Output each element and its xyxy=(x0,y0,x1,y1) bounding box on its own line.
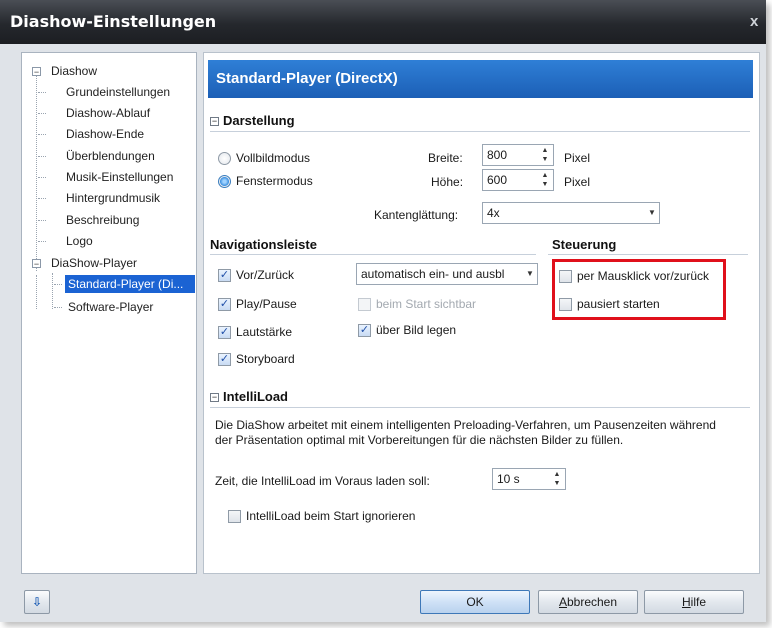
section-title: Darstellung xyxy=(223,113,295,128)
tree-connector xyxy=(38,220,46,221)
tree-item-musik-einstellungen[interactable]: Musik-Einstellungen xyxy=(63,168,176,186)
window-title: Diashow-Einstellungen xyxy=(10,12,217,31)
tree-item-standard-player[interactable]: Standard-Player (Di... xyxy=(65,275,195,293)
collapse-icon[interactable]: − xyxy=(210,393,219,402)
zeit-spinner[interactable]: 10 s ▲ ▼ xyxy=(492,468,566,490)
chevron-down-icon[interactable]: ▼ xyxy=(523,264,537,284)
tree-connector xyxy=(52,273,53,309)
ueber-bild-checkbox[interactable]: ✓ xyxy=(358,324,371,337)
tree-item-software-player[interactable]: Software-Player xyxy=(65,298,156,316)
panel-header: Standard-Player (DirectX) xyxy=(208,60,753,98)
tree-item-beschreibung[interactable]: Beschreibung xyxy=(63,211,142,229)
storyboard-checkbox[interactable]: ✓ xyxy=(218,353,231,366)
dialog-window: Diashow-Einstellungen x − Diashow Grunde… xyxy=(0,0,766,622)
arrow-down-icon: ⇩ xyxy=(31,595,43,609)
start-sichtbar-checkbox[interactable] xyxy=(358,298,371,311)
tree-item-diashow-ende[interactable]: Diashow-Ende xyxy=(63,125,147,143)
tree-connector xyxy=(38,241,46,242)
kanten-select[interactable]: 4x ▼ xyxy=(482,202,660,224)
intelliload-description-1: Die DiaShow arbeitet mit einem intellige… xyxy=(215,418,716,432)
section-intelliload[interactable]: − IntelliLoad xyxy=(210,389,288,404)
ueber-bild-label: über Bild legen xyxy=(376,323,457,337)
tree-connector xyxy=(54,284,62,285)
close-button[interactable]: x xyxy=(750,14,764,30)
abbrechen-button[interactable]: Abbrechen xyxy=(538,590,638,614)
vor-zurueck-label: Vor/Zurück xyxy=(236,268,295,282)
abbrechen-rest: bbrechen xyxy=(566,595,618,609)
tree-connector xyxy=(36,275,37,309)
hilfe-mnemonic: H xyxy=(681,595,691,609)
tree-connector xyxy=(38,113,46,114)
section-divider xyxy=(548,254,748,255)
zeit-label: Zeit, die IntelliLoad im Voraus laden so… xyxy=(215,474,430,488)
vollbild-label: Vollbildmodus xyxy=(236,151,311,165)
tree-item-hintergrundmusik[interactable]: Hintergrundmusik xyxy=(63,189,163,207)
hoehe-spinner[interactable]: 600 ▲ ▼ xyxy=(482,169,554,191)
breite-label: Breite: xyxy=(428,151,463,165)
highlight-frame xyxy=(552,259,726,320)
vor-zurueck-checkbox[interactable]: ✓ xyxy=(218,269,231,282)
section-darstellung[interactable]: − Darstellung xyxy=(210,113,295,128)
intelliload-description-2: der Präsentation optimal mit Vorbereitun… xyxy=(215,433,624,447)
tree-item-diashow-player[interactable]: DiaShow-Player xyxy=(48,254,140,272)
title-bar[interactable]: Diashow-Einstellungen x xyxy=(0,0,766,44)
play-pause-label: Play/Pause xyxy=(236,297,297,311)
tree-connector xyxy=(38,92,46,93)
hoehe-unit: Pixel xyxy=(564,175,591,189)
tree-item-grundeinstellungen[interactable]: Grundeinstellungen xyxy=(63,83,173,101)
settings-tree[interactable]: − Diashow Grundeinstellungen Diashow-Abl… xyxy=(21,52,197,574)
hoehe-label: Höhe: xyxy=(431,175,464,189)
zeit-value: 10 s xyxy=(497,472,520,486)
hoehe-value: 600 xyxy=(487,173,508,187)
tree-connector xyxy=(38,156,46,157)
vollbild-radio[interactable] xyxy=(218,152,231,165)
abbrechen-mnemonic: A xyxy=(558,595,567,609)
tree-collapse-icon[interactable]: − xyxy=(32,259,41,269)
spinner-arrows-icon[interactable]: ▲ ▼ xyxy=(540,171,550,189)
tree-item-logo[interactable]: Logo xyxy=(63,232,96,250)
vor-zurueck-mode-value: automatisch ein- und ausbl xyxy=(361,267,505,281)
tree-item-diashow[interactable]: Diashow xyxy=(48,62,100,80)
tree-connector xyxy=(38,134,46,135)
play-pause-checkbox[interactable]: ✓ xyxy=(218,298,231,311)
fenster-label: Fenstermodus xyxy=(236,174,313,188)
section-title: IntelliLoad xyxy=(223,389,288,404)
storyboard-label: Storyboard xyxy=(236,352,295,366)
start-sichtbar-label: beim Start sichtbar xyxy=(376,297,477,311)
ok-button[interactable]: OK xyxy=(420,590,530,614)
hilfe-button[interactable]: Hilfe xyxy=(644,590,744,614)
tree-item-diashow-ablauf[interactable]: Diashow-Ablauf xyxy=(63,104,153,122)
breite-spinner[interactable]: 800 ▲ ▼ xyxy=(482,144,554,166)
breite-value: 800 xyxy=(487,148,508,162)
section-divider xyxy=(210,131,750,132)
tree-connector xyxy=(38,198,46,199)
tree-connector xyxy=(36,71,37,271)
breite-unit: Pixel xyxy=(564,151,591,165)
intelliload-ignore-checkbox[interactable] xyxy=(228,510,241,523)
lautstaerke-label: Lautstärke xyxy=(236,325,293,339)
vor-zurueck-mode-select[interactable]: automatisch ein- und ausbl ▼ xyxy=(356,263,538,285)
hilfe-rest: ilfe xyxy=(690,595,706,609)
intelliload-ignore-label: IntelliLoad beim Start ignorieren xyxy=(246,509,416,523)
lautstaerke-checkbox[interactable]: ✓ xyxy=(218,326,231,339)
section-navigationsleiste: Navigationsleiste xyxy=(210,237,317,252)
section-steuerung: Steuerung xyxy=(552,237,617,252)
tree-collapse-icon[interactable]: − xyxy=(32,67,41,77)
fenster-radio[interactable] xyxy=(218,175,231,188)
section-divider xyxy=(210,254,536,255)
chevron-down-icon[interactable]: ▼ xyxy=(645,203,659,223)
tree-item-ueberblendungen[interactable]: Überblendungen xyxy=(63,147,158,165)
tree-connector xyxy=(38,177,46,178)
section-divider xyxy=(210,407,750,408)
info-button[interactable]: ⇩ xyxy=(24,590,50,614)
spinner-arrows-icon[interactable]: ▲ ▼ xyxy=(540,146,550,164)
collapse-icon[interactable]: − xyxy=(210,117,219,126)
tree-connector xyxy=(54,307,62,308)
spinner-arrows-icon[interactable]: ▲ ▼ xyxy=(552,470,562,488)
kanten-label: Kantenglättung: xyxy=(374,208,459,222)
kanten-value: 4x xyxy=(487,206,500,220)
